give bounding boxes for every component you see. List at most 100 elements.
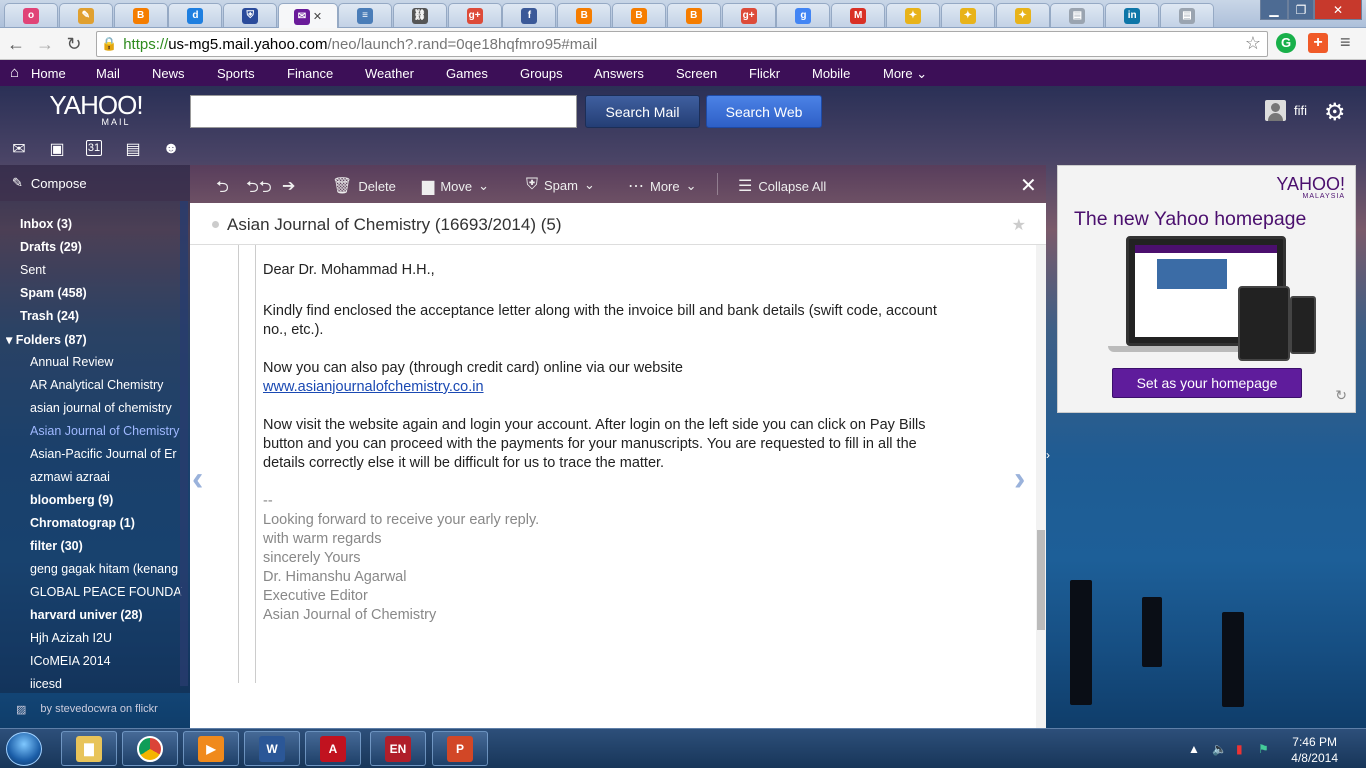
browser-tab[interactable]: g <box>776 3 831 27</box>
contacts-icon[interactable]: ▣ <box>48 140 66 158</box>
notepad-icon[interactable]: ▤ <box>124 140 142 158</box>
folder-item[interactable]: GLOBAL PEACE FOUNDAT <box>30 585 182 599</box>
folder-item[interactable]: azmawi azraai <box>30 470 182 484</box>
reload-icon[interactable]: ↻ <box>62 32 86 56</box>
folder-item[interactable]: asian journal of chemistry <box>30 401 182 415</box>
tray-chevron-up-icon[interactable]: ▲ <box>1188 742 1200 756</box>
browser-tab[interactable]: ✦ <box>995 3 1050 27</box>
browser-tab[interactable]: in <box>1105 3 1160 27</box>
browser-tab[interactable]: B <box>612 3 666 27</box>
bookmark-star-icon[interactable]: ☆ <box>1245 33 1261 54</box>
browser-tab[interactable]: B <box>113 3 168 27</box>
browser-tab[interactable]: g+ <box>721 3 776 27</box>
reply-all-icon[interactable]: ⮌⮌ <box>246 176 272 203</box>
folder-item[interactable]: bloomberg (9) <box>30 493 182 507</box>
yahoo-mail-logo[interactable]: YAHOO! MAIL <box>46 90 146 130</box>
ynav-mail[interactable]: Mail <box>96 66 120 81</box>
sidebar-item-inbox[interactable]: Inbox (3) <box>20 217 72 231</box>
browser-tab[interactable]: ✦ <box>886 3 940 27</box>
menu-icon[interactable]: ≡ <box>1340 32 1351 53</box>
refresh-icon[interactable]: ↻ <box>1335 387 1347 404</box>
sidebar-item-drafts[interactable]: Drafts (29) <box>20 240 82 254</box>
extension-plus-icon[interactable]: + <box>1308 33 1328 53</box>
website-link[interactable]: www.asianjournalofchemistry.co.in <box>263 379 484 395</box>
folder-item[interactable]: iicesd <box>30 677 182 691</box>
search-mail-button[interactable]: Search Mail <box>585 95 700 128</box>
ynav-more[interactable]: More ⌄ <box>883 66 927 82</box>
compose-button[interactable]: ✎ Compose <box>0 165 190 201</box>
advertisement[interactable]: YAHOO! MALAYSIA The new Yahoo homepage Se… <box>1057 165 1356 413</box>
ynav-flickr[interactable]: Flickr <box>749 66 780 81</box>
folder-item[interactable]: Asian-Pacific Journal of Er <box>30 447 182 461</box>
ynav-news[interactable]: News <box>152 66 185 81</box>
browser-tab[interactable]: M <box>831 3 886 27</box>
folder-item[interactable]: Chromatograp (1) <box>30 516 182 530</box>
browser-tab[interactable]: ▤ <box>1160 3 1214 27</box>
previous-message-arrow[interactable]: ‹ <box>192 460 203 499</box>
forward-icon[interactable]: → <box>33 32 57 56</box>
ynav-screen[interactable]: Screen <box>676 66 717 81</box>
sidebar-item-trash[interactable]: Trash (24) <box>20 309 79 323</box>
close-tab-icon[interactable]: ✕ <box>313 10 322 23</box>
move-button[interactable]: ▆ Move ⌄ <box>422 176 489 196</box>
folder-item[interactable]: AR Analytical Chemistry <box>30 378 182 392</box>
network-icon[interactable]: ▮ <box>1236 742 1243 756</box>
ynav-finance[interactable]: Finance <box>287 66 333 81</box>
clock[interactable]: 7:46 PM 4/8/2014 <box>1291 734 1338 766</box>
url-field[interactable]: 🔒 https:// us-mg5.mail.yahoo.com /neo/la… <box>96 31 1268 57</box>
gear-icon[interactable]: ⚙ <box>1324 98 1346 127</box>
taskbar-word[interactable]: W <box>244 731 300 766</box>
taskbar-acrobat[interactable]: A <box>305 731 361 766</box>
forward-icon[interactable]: ➔ <box>282 176 295 196</box>
browser-tab[interactable]: ✦ <box>940 3 995 27</box>
taskbar-endnote[interactable]: EN <box>370 731 426 766</box>
sidebar-item-sent[interactable]: Sent <box>20 263 46 277</box>
browser-tab[interactable]: o <box>4 3 58 27</box>
taskbar-media[interactable]: ▶ <box>183 731 239 766</box>
browser-tab[interactable]: ✎ <box>58 3 113 27</box>
mail-icon[interactable]: ✉ <box>10 140 28 158</box>
folder-item[interactable]: filter (30) <box>30 539 182 553</box>
chevron-right-icon[interactable]: › <box>1046 448 1050 462</box>
browser-tab[interactable]: f <box>502 3 557 27</box>
sidebar-scrollbar[interactable] <box>180 201 188 686</box>
back-icon[interactable]: ← <box>4 32 28 56</box>
delete-button[interactable]: 🗑 Delete <box>332 176 396 196</box>
browser-tab[interactable]: ⛓ <box>392 3 447 27</box>
ynav-answers[interactable]: Answers <box>594 66 644 81</box>
ynav-home[interactable]: Home <box>31 66 66 81</box>
ynav-games[interactable]: Games <box>446 66 488 81</box>
folder-item[interactable]: ICoMEIA 2014 <box>30 654 182 668</box>
action-center-icon[interactable]: ⚑ <box>1258 742 1269 756</box>
folder-item[interactable]: geng gagak hitam (kenang <box>30 562 182 576</box>
start-button[interactable] <box>6 732 42 766</box>
ynav-sports[interactable]: Sports <box>217 66 255 81</box>
browser-tab[interactable]: B <box>666 3 721 27</box>
taskbar-explorer[interactable]: ▇ <box>61 731 117 766</box>
sidebar-item-folders[interactable]: ▾ Folders (87) <box>6 332 87 347</box>
user-menu[interactable]: fifi <box>1265 100 1307 121</box>
folder-item[interactable]: Annual Review <box>30 355 182 369</box>
browser-tab[interactable]: ▤ <box>1050 3 1105 27</box>
ynav-weather[interactable]: Weather <box>365 66 414 81</box>
minimize-button[interactable]: ▁ <box>1260 0 1288 20</box>
folder-item[interactable]: harvard univer (28) <box>30 608 182 622</box>
taskbar-chrome[interactable] <box>122 731 178 766</box>
ynav-mobile[interactable]: Mobile <box>812 66 850 81</box>
sidebar-item-spam[interactable]: Spam (458) <box>20 286 87 300</box>
search-web-button[interactable]: Search Web <box>706 95 822 128</box>
browser-tab[interactable]: B <box>557 3 612 27</box>
taskbar-powerpoint[interactable]: P <box>432 731 488 766</box>
reply-icon[interactable]: ⮌ <box>216 176 229 203</box>
spam-button[interactable]: ⛨ Spam ⌄ <box>526 176 595 194</box>
more-button[interactable]: ⋯ More ⌄ <box>628 176 697 196</box>
browser-tab[interactable]: ⛨ <box>223 3 278 27</box>
browser-tab[interactable]: g+ <box>447 3 502 27</box>
close-window-button[interactable]: ✕ <box>1314 0 1362 20</box>
extension-g-icon[interactable]: G <box>1276 33 1296 53</box>
volume-icon[interactable]: 🔈 <box>1212 742 1227 756</box>
browser-tab[interactable]: d <box>168 3 223 27</box>
read-indicator[interactable] <box>212 221 219 228</box>
folder-item-selected[interactable]: Asian Journal of Chemistry <box>30 424 182 438</box>
maximize-button[interactable]: ❐ <box>1288 0 1314 20</box>
